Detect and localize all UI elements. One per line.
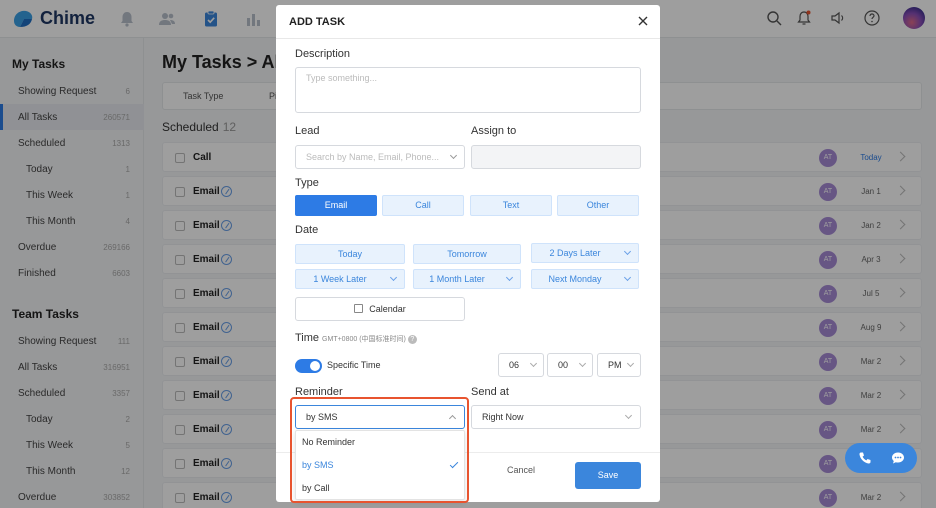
date-1-month-later-select[interactable]: 1 Month Later	[413, 269, 521, 289]
send-at-label: Send at	[471, 386, 509, 398]
chevron-down-icon	[529, 359, 538, 368]
date-1-month-later-label: 1 Month Later	[429, 274, 485, 284]
modal-header-divider	[276, 38, 660, 39]
calendar-button[interactable]: Calendar	[295, 297, 465, 321]
date-tomorrow-button[interactable]: Tomorrow	[413, 244, 521, 264]
date-1-week-later-select[interactable]: 1 Week Later	[295, 269, 405, 289]
ampm-value: PM	[608, 360, 622, 370]
send-at-select[interactable]: Right Now	[471, 405, 641, 429]
date-next-monday-select[interactable]: Next Monday	[531, 269, 639, 289]
assign-to-label: Assign to	[471, 125, 517, 137]
time-label: Time	[295, 332, 320, 344]
date-label: Date	[295, 224, 319, 236]
timezone-label: GMT+0800 (中国标准时间)	[322, 336, 406, 343]
chat-icon[interactable]	[891, 451, 905, 465]
lead-label: Lead	[295, 125, 320, 137]
date-1-week-later-label: 1 Week Later	[313, 274, 367, 284]
reminder-highlight-box	[290, 397, 469, 503]
modal-title: ADD TASK	[289, 16, 346, 28]
chevron-down-icon	[389, 273, 398, 282]
chevron-down-icon	[624, 411, 633, 420]
ampm-select[interactable]: PM	[597, 353, 641, 377]
phone-icon[interactable]	[858, 451, 872, 465]
type-label: Type	[295, 177, 319, 189]
close-icon[interactable]	[636, 14, 650, 28]
description-textarea[interactable]: Type something...	[295, 67, 641, 113]
send-at-value: Right Now	[482, 412, 524, 422]
lead-search-select[interactable]: Search by Name, Email, Phone...	[295, 145, 465, 169]
cancel-button[interactable]: Cancel	[507, 465, 535, 475]
calendar-label: Calendar	[369, 304, 406, 314]
chevron-down-icon	[623, 247, 632, 256]
chevron-down-icon	[623, 273, 632, 282]
minute-value: 00	[558, 360, 569, 370]
date-2-days-later-label: 2 Days Later	[549, 248, 601, 258]
lead-placeholder: Search by Name, Email, Phone...	[306, 152, 440, 162]
type-email-button[interactable]: Email	[295, 195, 377, 216]
chevron-down-icon	[626, 359, 635, 368]
chevron-down-icon	[578, 359, 587, 368]
hour-select[interactable]: 06	[498, 353, 544, 377]
minute-select[interactable]: 00	[547, 353, 593, 377]
description-label: Description	[295, 48, 351, 60]
chevron-down-icon	[449, 151, 458, 160]
date-today-button[interactable]: Today	[295, 244, 405, 264]
date-next-monday-label: Next Monday	[548, 274, 602, 284]
specific-time-label: Specific Time	[327, 360, 381, 370]
calendar-icon	[354, 304, 364, 313]
chevron-down-icon	[505, 273, 514, 282]
type-other-button[interactable]: Other	[557, 195, 639, 216]
specific-time-toggle[interactable]	[295, 359, 322, 373]
type-call-button[interactable]: Call	[382, 195, 464, 216]
time-label-row: Time GMT+0800 (中国标准时间)?	[295, 332, 417, 344]
hour-value: 06	[509, 360, 520, 370]
type-text-button[interactable]: Text	[470, 195, 552, 216]
date-2-days-later-select[interactable]: 2 Days Later	[531, 243, 639, 263]
save-button[interactable]: Save	[575, 462, 641, 489]
call-chat-widget[interactable]	[845, 443, 917, 473]
help-icon[interactable]: ?	[407, 335, 417, 344]
assign-to-field[interactable]	[471, 145, 641, 169]
